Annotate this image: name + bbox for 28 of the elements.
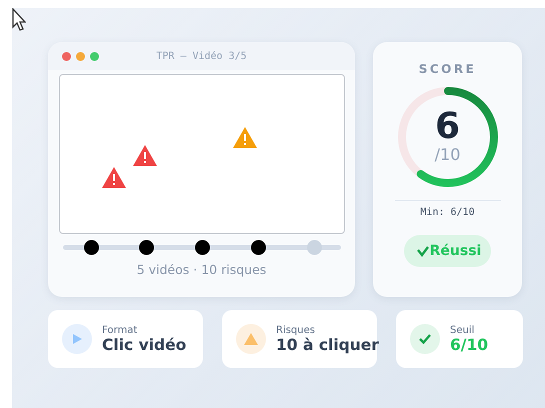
cursor-icon (12, 8, 26, 32)
score-heading: SCORE (418, 62, 476, 76)
info-value: 10 à cliquer (276, 336, 379, 354)
info-label: Format (102, 324, 138, 336)
step-dot[interactable] (250, 240, 266, 255)
check-icon (416, 245, 430, 257)
maximize-dot-icon[interactable] (90, 52, 99, 60)
score-value: 6 (434, 109, 460, 146)
step-dot[interactable] (195, 240, 210, 255)
warning-icon[interactable] (102, 167, 126, 188)
check-icon (410, 324, 440, 354)
step-dot[interactable] (84, 240, 98, 255)
info-label: Seuil (450, 324, 476, 336)
status-text: Réussi (430, 243, 482, 259)
info-value: Clic vidéo (102, 336, 186, 354)
warning-icon[interactable] (232, 127, 256, 148)
window-title: TPR — Vidéo 3/5 (155, 50, 248, 62)
video-caption: 5 vidéos · 10 risques (136, 262, 266, 277)
close-dot-icon[interactable] (62, 52, 71, 60)
play-icon (62, 324, 92, 354)
score-total: /10 (434, 145, 460, 165)
info-value: 6/10 (450, 336, 488, 354)
step-dot[interactable] (306, 240, 322, 255)
warning-icon[interactable] (132, 145, 156, 166)
minimize-dot-icon[interactable] (76, 52, 85, 60)
step-dot[interactable] (139, 240, 154, 255)
info-label: Risques (276, 324, 316, 336)
minimum-score: Min: 6/10 (420, 207, 475, 218)
